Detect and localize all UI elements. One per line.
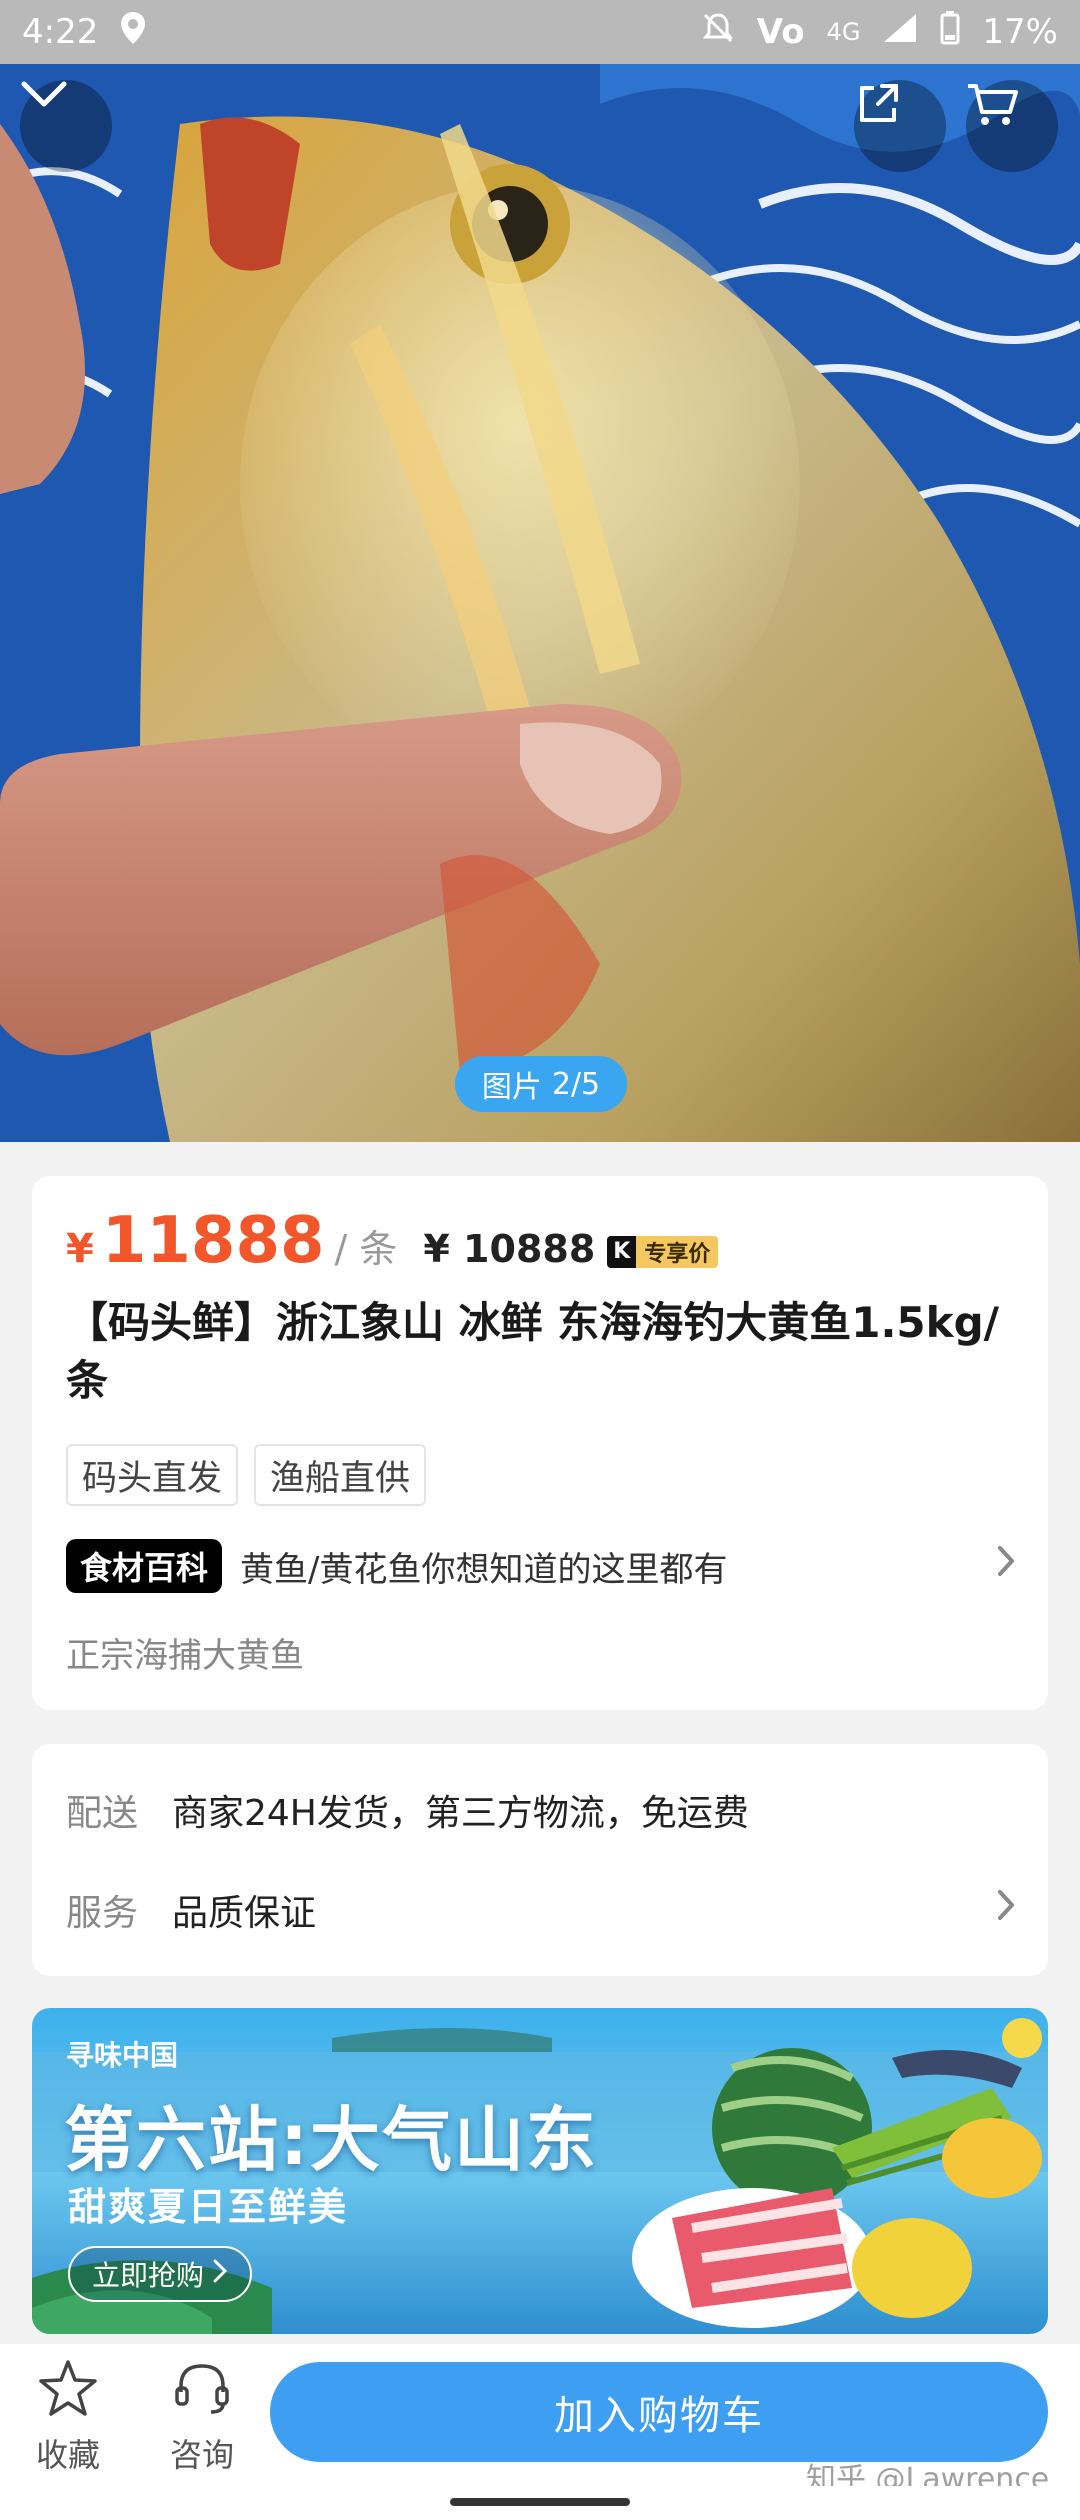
product-price: 11888 xyxy=(101,1204,325,1278)
favorite-button[interactable]: 收藏 xyxy=(18,2358,118,2476)
cart-button[interactable] xyxy=(966,80,1058,172)
member-price: ¥ 10888 xyxy=(423,1227,596,1271)
consult-label: 咨询 xyxy=(169,2436,234,2474)
banner-title: 第六站:大气山东 xyxy=(64,2099,598,2181)
star-icon xyxy=(37,2360,99,2426)
product-description: 正宗海捕大黄鱼 xyxy=(66,1636,304,1676)
image-page-indicator: 图片 2/5 xyxy=(455,1056,627,1112)
banner-subtitle: 甜爽夏日至鲜美 xyxy=(68,2185,349,2229)
chevron-right-icon xyxy=(996,1544,1016,1582)
collapse-button[interactable] xyxy=(20,80,112,172)
share-button[interactable] xyxy=(854,80,946,172)
delivery-label: 配送 xyxy=(66,1793,139,1834)
chevron-right-icon xyxy=(996,1888,1016,1931)
wiki-text: 黄鱼/黄花鱼你想知道的这里都有 xyxy=(240,1549,728,1590)
indicator-label: 图片 xyxy=(481,1070,542,1105)
service-value: 品质保证 xyxy=(172,1893,317,1934)
chevron-right-icon xyxy=(212,2258,228,2291)
service-row[interactable]: 服务 品质保证 xyxy=(66,1884,1016,1936)
price-unit: / 条 xyxy=(334,1227,398,1271)
banner-brand: 寻味中国 xyxy=(66,2039,179,2072)
add-to-cart-button[interactable]: 加入购物车 xyxy=(270,2362,1048,2462)
product-info-card: ¥ 11888 / 条 ¥ 10888 K 专享价 【码头鲜】浙江象山 冰鲜 东… xyxy=(32,1176,1048,1710)
service-card: 配送 商家24H发货，第三方物流，免运费 服务 品质保证 xyxy=(32,1744,1048,1976)
signal-icon xyxy=(882,12,918,53)
banner-button-label: 立即抢购 xyxy=(92,2259,205,2292)
member-price-badge: K 专享价 xyxy=(607,1235,719,1268)
headset-icon xyxy=(171,2364,233,2426)
consult-button[interactable]: 咨询 xyxy=(152,2358,252,2476)
system-nav-bar xyxy=(0,2486,1080,2520)
status-time: 4:22 xyxy=(22,12,99,52)
product-title: 【码头鲜】浙江象山 冰鲜 东海海钓大黄鱼1.5kg/条 xyxy=(66,1298,999,1405)
wiki-badge: 食材百科 xyxy=(66,1539,223,1593)
product-tags: 码头直发 渔船直供 xyxy=(66,1444,427,1506)
price-row: ¥ 11888 / 条 ¥ 10888 K 专享价 xyxy=(66,1204,719,1278)
currency-symbol: ¥ xyxy=(66,1226,94,1272)
product-photo xyxy=(0,64,1080,1142)
location-icon xyxy=(120,11,146,53)
delivery-row: 配送 商家24H发货，第三方物流，免运费 xyxy=(66,1784,1016,1836)
member-badge-label: 专享价 xyxy=(644,1241,711,1267)
battery-level: 17% xyxy=(982,12,1058,52)
indicator-count: 2/5 xyxy=(551,1066,601,1102)
favorite-label: 收藏 xyxy=(35,2436,100,2474)
delivery-value: 商家24H发货，第三方物流，免运费 xyxy=(172,1793,749,1834)
battery-icon xyxy=(940,10,960,54)
product-image-gallery[interactable] xyxy=(0,64,1080,1142)
status-bar: 4:22 Vo 4G 17% xyxy=(0,0,1080,64)
product-tag: 码头直发 xyxy=(66,1444,239,1506)
volte-indicator: Vo xyxy=(756,12,805,52)
product-tag: 渔船直供 xyxy=(254,1444,427,1506)
network-type: 4G xyxy=(826,18,861,46)
member-badge-mark: K xyxy=(607,1235,637,1268)
home-gesture-handle[interactable] xyxy=(450,2498,630,2506)
mute-icon xyxy=(701,11,735,54)
banner-buy-now-button[interactable]: 立即抢购 xyxy=(68,2246,253,2302)
service-label: 服务 xyxy=(66,1893,139,1934)
ingredient-wiki-link[interactable]: 食材百科 黄鱼/黄花鱼你想知道的这里都有 xyxy=(66,1536,1016,1596)
